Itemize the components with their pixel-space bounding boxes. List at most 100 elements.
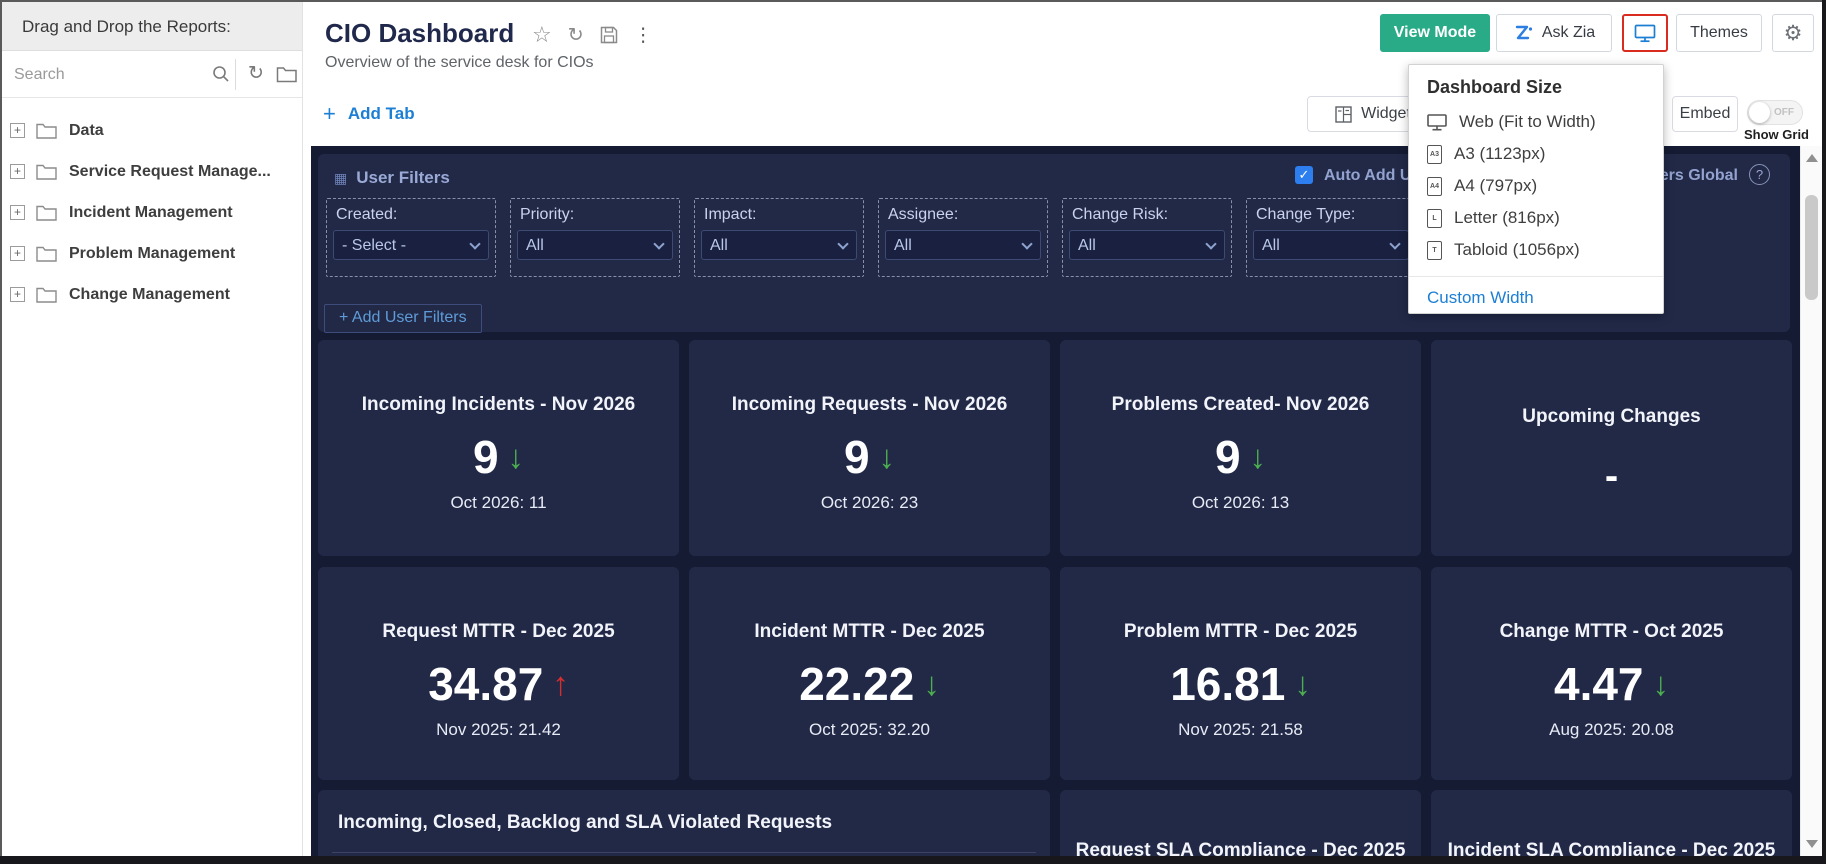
kpi-problems-created[interactable]: Problems Created- Nov 2026 9 ↓ Oct 2026: … [1060, 340, 1421, 556]
chart-incoming-closed-backlog[interactable]: Incoming, Closed, Backlog and SLA Violat… [318, 790, 1050, 864]
themes-button[interactable]: Themes [1676, 14, 1762, 52]
vertical-scrollbar[interactable] [1800, 146, 1822, 856]
expand-icon[interactable]: + [10, 287, 25, 302]
expand-icon[interactable]: + [10, 123, 25, 138]
menu-item-a3[interactable]: A3 A3 (1123px) [1409, 138, 1663, 170]
filter-label: Created: [336, 206, 398, 223]
trend-up-arrow-icon: ↑ [552, 665, 569, 702]
kpi-problem-mttr[interactable]: Problem MTTR - Dec 2025 16.81 ↓ Nov 2025:… [1060, 567, 1421, 780]
folder-icon [36, 164, 57, 180]
expand-icon[interactable]: + [10, 205, 25, 220]
sidebar-item-incident[interactable]: + Incident Management [0, 192, 302, 233]
sidebar-item-problem[interactable]: + Problem Management [0, 233, 302, 274]
widget-icon [1335, 105, 1352, 123]
trend-down-arrow-icon: ↓ [507, 438, 525, 475]
sidebar-title: Drag and Drop the Reports: [0, 2, 302, 51]
scroll-down-icon[interactable] [1806, 840, 1818, 848]
help-icon[interactable]: ? [1749, 164, 1770, 185]
page-subtitle: Overview of the service desk for CIOs [325, 54, 594, 71]
auto-add-checkbox[interactable]: ✓ [1295, 166, 1313, 184]
monitor-icon [1634, 24, 1656, 42]
kpi-incident-mttr[interactable]: Incident MTTR - Dec 2025 22.22 ↓ Oct 2025… [689, 567, 1050, 780]
filter-value: All [710, 237, 728, 254]
drag-grid-icon[interactable]: ▦ [334, 170, 347, 187]
kpi-value: 34.87 [428, 658, 544, 710]
filter-priority: Priority: All [510, 198, 680, 277]
filter-change-risk-select[interactable]: All [1069, 230, 1225, 260]
kpi-title: Request MTTR - Dec 2025 [382, 621, 615, 642]
filter-value: All [1262, 237, 1280, 254]
sidebar-search-row: ↻ [0, 51, 302, 98]
custom-width-link[interactable]: Custom Width [1427, 288, 1663, 308]
add-user-filters-button[interactable]: + Add User Filters [324, 304, 482, 333]
embed-button[interactable]: Embed [1672, 96, 1738, 132]
kpi-incoming-incidents[interactable]: Incoming Incidents - Nov 2026 9 ↓ Oct 202… [318, 340, 679, 556]
add-tab-button[interactable]: + Add Tab [323, 101, 415, 127]
sidebar-item-change[interactable]: + Change Management [0, 274, 302, 315]
menu-item-label: A3 (1123px) [1454, 144, 1546, 163]
filter-created: Created: - Select - [326, 198, 496, 277]
scrollbar-thumb[interactable] [1805, 195, 1818, 300]
refresh-dashboard-icon[interactable]: ↻ [568, 24, 584, 47]
page-a3-icon: A3 [1427, 144, 1442, 164]
filter-impact-select[interactable]: All [701, 230, 857, 260]
expand-icon[interactable]: + [10, 164, 25, 179]
app-window: Drag and Drop the Reports: ↻ + Data + Se… [0, 0, 1826, 864]
kpi-comparison: Oct 2026: 11 [450, 493, 547, 512]
folder-icon [36, 123, 57, 139]
view-mode-button[interactable]: View Mode [1380, 14, 1490, 52]
menu-item-web[interactable]: Web (Fit to Width) [1409, 106, 1663, 138]
menu-item-letter[interactable]: L Letter (816px) [1409, 202, 1663, 234]
expand-icon[interactable]: + [10, 246, 25, 261]
filter-assignee: Assignee: All [878, 198, 1048, 277]
reports-sidebar: Drag and Drop the Reports: ↻ + Data + Se… [0, 2, 303, 856]
monitor-icon [1427, 113, 1447, 130]
kpi-comparison: Oct 2025: 32.20 [809, 720, 930, 739]
filter-created-select[interactable]: - Select - [333, 230, 489, 260]
folder-label: Data [69, 121, 104, 139]
kpi-change-mttr[interactable]: Change MTTR - Oct 2025 4.47 ↓ Aug 2025: 2… [1431, 567, 1792, 780]
menu-item-a4[interactable]: A4 A4 (797px) [1409, 170, 1663, 202]
window-border-left [0, 0, 2, 864]
kpi-value: 9 [1214, 431, 1241, 483]
favorite-star-icon[interactable]: ☆ [532, 22, 552, 48]
kpi-incoming-requests[interactable]: Incoming Requests - Nov 2026 9 ↓ Oct 2026… [689, 340, 1050, 556]
menu-item-label: Letter (816px) [1454, 208, 1560, 227]
more-options-icon[interactable]: ⋮ [634, 24, 653, 47]
divider [332, 852, 1036, 853]
trend-down-arrow-icon: ↓ [878, 438, 896, 475]
filter-impact: Impact: All [694, 198, 864, 277]
kpi-upcoming-changes[interactable]: Upcoming Changes - [1431, 340, 1792, 556]
page-letter-icon: L [1427, 208, 1442, 228]
title-actions: ☆ ↻ ⋮ [532, 22, 653, 48]
chevron-down-icon [1021, 238, 1033, 250]
chart-incident-sla-compliance[interactable]: Incident SLA Compliance - Dec 2025 [1431, 790, 1792, 864]
save-icon[interactable] [600, 26, 618, 44]
settings-button[interactable]: ⚙ [1772, 14, 1814, 52]
chevron-down-icon [1205, 238, 1217, 250]
chevron-down-icon [653, 238, 665, 250]
ask-zia-button[interactable]: Ask Zia [1496, 14, 1612, 52]
filter-change-type-select[interactable]: All [1253, 230, 1409, 260]
refresh-reports-icon[interactable]: ↻ [248, 64, 264, 84]
filter-assignee-select[interactable]: All [885, 230, 1041, 260]
kpi-comparison: Oct 2026: 23 [820, 493, 919, 512]
search-icon[interactable] [212, 65, 230, 83]
kpi-request-mttr[interactable]: Request MTTR - Dec 2025 34.87 ↑ Nov 2025:… [318, 567, 679, 780]
dashboard-size-button[interactable] [1622, 14, 1668, 52]
filter-value: All [894, 237, 912, 254]
search-input[interactable] [14, 61, 204, 88]
filter-label: Priority: [520, 206, 575, 223]
collapse-folders-icon[interactable] [276, 65, 298, 83]
sidebar-item-service-request[interactable]: + Service Request Manage... [0, 151, 302, 192]
scroll-up-icon[interactable] [1806, 154, 1818, 162]
menu-item-tabloid[interactable]: T Tabloid (1056px) [1409, 234, 1663, 266]
chart-request-sla-compliance[interactable]: Request SLA Compliance - Dec 2025 [1060, 790, 1421, 864]
filter-priority-select[interactable]: All [517, 230, 673, 260]
page-title: CIO Dashboard [325, 18, 515, 48]
show-grid-toggle[interactable]: OFF [1747, 100, 1803, 125]
chevron-down-icon [837, 238, 849, 250]
folder-icon [36, 205, 57, 221]
sidebar-item-data[interactable]: + Data [0, 110, 302, 151]
kpi-comparison: Nov 2025: 21.42 [436, 720, 561, 739]
